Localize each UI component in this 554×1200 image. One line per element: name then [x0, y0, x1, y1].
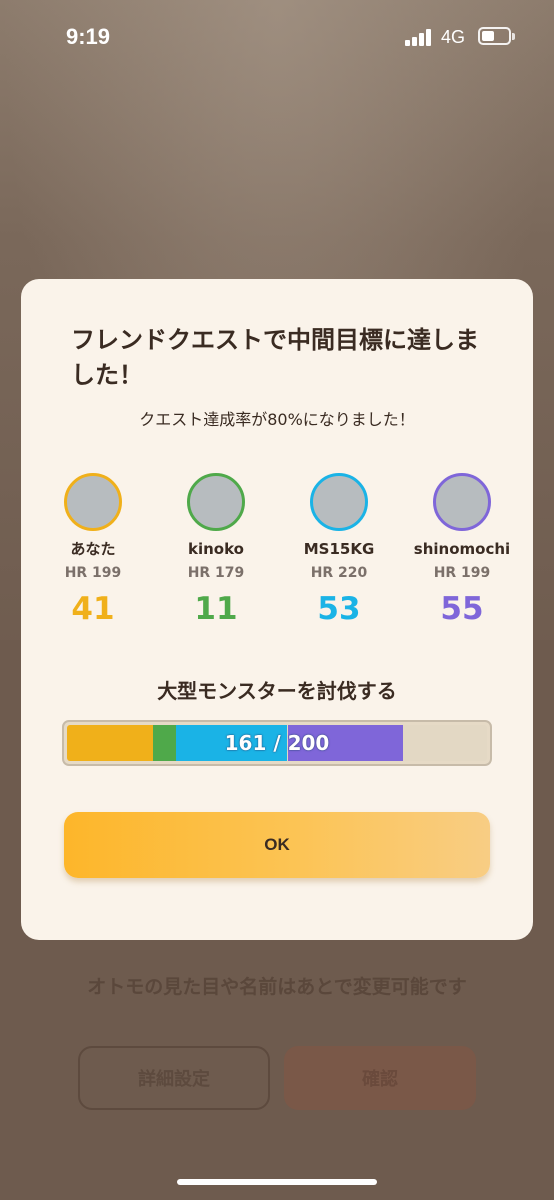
avatar — [310, 473, 368, 531]
member-name: kinoko — [188, 540, 244, 558]
home-indicator — [177, 1179, 377, 1185]
dialog-title: フレンドクエストで中間目標に達しました！ — [71, 326, 479, 389]
member-card: あなた HR 199 41 — [33, 473, 153, 628]
member-hunter-rank: HR 179 — [187, 565, 245, 581]
dialog-subtitle: クエスト達成率が80%になりました！ — [139, 410, 415, 429]
progress-text: 161 / 200 — [224, 731, 330, 755]
member-score: 41 — [71, 591, 115, 627]
battery-icon — [478, 27, 515, 45]
signal-icon — [405, 29, 433, 46]
status-time: 9:19 — [66, 24, 111, 49]
avatar — [64, 473, 122, 531]
network-label: 4G — [441, 27, 466, 47]
member-score: 11 — [194, 591, 238, 627]
background-note: オトモの見た目や名前はあとで変更可能です — [87, 976, 467, 998]
member-name: shinomochi — [413, 540, 511, 558]
member-hunter-rank: HR 220 — [310, 565, 368, 581]
avatar — [187, 473, 245, 531]
avatar — [433, 473, 491, 531]
status-bar: 9:19 4G — [0, 0, 554, 74]
member-card: shinomochi HR 199 55 — [402, 473, 522, 628]
ok-button[interactable]: OK — [64, 812, 490, 878]
member-score: 55 — [440, 591, 484, 627]
member-hunter-rank: HR 199 — [433, 565, 491, 581]
quest-goal-label: 大型モンスターを討伐する — [157, 679, 397, 703]
quest-progress-dialog: フレンドクエストで中間目標に達しました！ クエスト達成率が80%になりました！ … — [21, 279, 533, 940]
member-list: あなた HR 199 41 kinoko HR 179 11 MS15KG HR… — [21, 473, 533, 643]
detail-settings-button: 詳細設定 — [78, 1046, 270, 1110]
member-card: MS15KG HR 220 53 — [279, 473, 399, 628]
member-name: あなた — [70, 540, 116, 558]
member-card: kinoko HR 179 11 — [156, 473, 276, 628]
member-hunter-rank: HR 199 — [64, 565, 122, 581]
member-score: 53 — [317, 591, 361, 627]
member-name: MS15KG — [303, 540, 375, 558]
quest-progress-bar: 161 / 200 — [62, 720, 492, 766]
confirm-button: 確認 — [284, 1046, 476, 1110]
